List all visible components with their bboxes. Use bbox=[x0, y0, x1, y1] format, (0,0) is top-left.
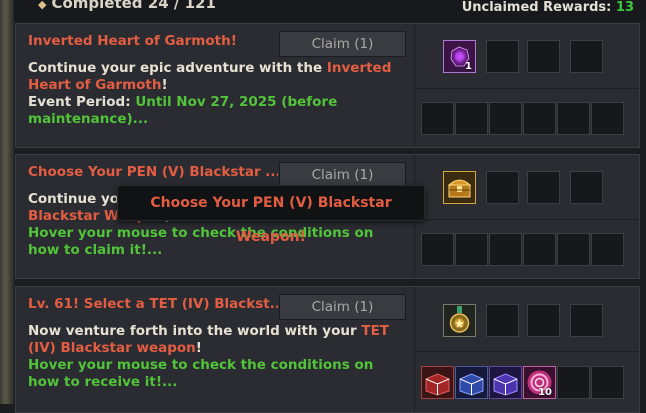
desc-text: Continue your epic adventure with the bbox=[28, 60, 327, 76]
reward-slot-empty bbox=[455, 233, 488, 266]
desc-text: ! bbox=[195, 340, 202, 356]
extra-reward-slots bbox=[415, 220, 639, 278]
reward-slot-empty bbox=[591, 366, 624, 399]
reward-slot[interactable] bbox=[421, 366, 454, 399]
unclaimed-label: Unclaimed Rewards: bbox=[461, 0, 612, 15]
reward-slot[interactable]: 10 bbox=[523, 366, 556, 399]
event-description: Continue your epic adventure with the In… bbox=[28, 60, 408, 128]
desc-text: ! bbox=[161, 77, 168, 93]
completed-label: Completed bbox=[51, 0, 143, 12]
reward-slot-empty bbox=[570, 171, 603, 204]
unclaimed-rewards: Unclaimed Rewards: 13 bbox=[462, 0, 634, 15]
extra-reward-slots: 10 bbox=[415, 352, 639, 412]
reward-slot-empty bbox=[455, 102, 488, 135]
reward-slot-empty bbox=[489, 233, 522, 266]
reward-quantity: 10 bbox=[538, 387, 552, 398]
diamond-icon: ◆ bbox=[38, 0, 47, 11]
reward-slot-empty bbox=[527, 40, 560, 73]
reward-slot[interactable] bbox=[443, 304, 476, 337]
reward-slot-empty bbox=[523, 102, 556, 135]
hover-hint: Hover your mouse to check the conditions… bbox=[28, 225, 374, 258]
reward-slot[interactable]: 1 bbox=[443, 40, 476, 73]
reward-slot-empty bbox=[421, 102, 454, 135]
reward-slot-empty bbox=[486, 40, 519, 73]
header-bar: ◆ Completed 24 / 121 Unclaimed Rewards: 1… bbox=[14, 0, 646, 22]
event-title: Choose Your PEN (V) Blackstar ... bbox=[28, 164, 278, 180]
desc-text: Continue you bbox=[28, 191, 129, 207]
reward-slot-empty bbox=[570, 304, 603, 337]
period-label: Event Period: bbox=[28, 94, 136, 110]
main-reward-slots bbox=[415, 287, 639, 352]
event-title: Inverted Heart of Garmoth! bbox=[28, 33, 237, 49]
claim-button[interactable]: Claim (1) bbox=[279, 294, 406, 320]
event-title-tooltip: Choose Your PEN (V) Blackstar Weapon! bbox=[117, 185, 425, 245]
claim-button[interactable]: Claim (1) bbox=[279, 31, 406, 57]
main-reward-slots bbox=[415, 155, 639, 220]
reward-slot-empty bbox=[591, 102, 624, 135]
treasure-chest-icon bbox=[444, 172, 475, 203]
event-card[interactable]: Lv. 61! Select a TET (IV) Blackst... Cla… bbox=[15, 286, 640, 413]
reward-slot[interactable] bbox=[489, 366, 522, 399]
reward-slot[interactable] bbox=[443, 171, 476, 204]
hover-hint: Hover your mouse to check the conditions… bbox=[28, 357, 374, 390]
main-reward-slots: 1 bbox=[415, 24, 639, 89]
event-card[interactable]: Inverted Heart of Garmoth! Claim (1) Con… bbox=[15, 23, 640, 148]
reward-slot-empty bbox=[489, 102, 522, 135]
reward-quantity: 1 bbox=[465, 61, 472, 72]
reward-slot-empty bbox=[557, 102, 590, 135]
medal-icon bbox=[444, 305, 475, 336]
event-title: Lv. 61! Select a TET (IV) Blackst... bbox=[28, 296, 278, 312]
reward-slot-empty bbox=[421, 233, 454, 266]
unclaimed-count: 13 bbox=[615, 0, 634, 15]
reward-slot-empty bbox=[527, 171, 560, 204]
red-box-icon bbox=[422, 367, 453, 398]
event-info: Inverted Heart of Garmoth! Claim (1) Con… bbox=[16, 24, 414, 147]
reward-slot-empty bbox=[527, 304, 560, 337]
extra-reward-slots bbox=[415, 89, 639, 147]
reward-slot-empty bbox=[591, 233, 624, 266]
event-info: Lv. 61! Select a TET (IV) Blackst... Cla… bbox=[16, 287, 414, 412]
reward-slot-empty bbox=[523, 233, 556, 266]
reward-slot-empty bbox=[557, 233, 590, 266]
desc-text: Now venture forth into the world with yo… bbox=[28, 323, 362, 339]
blue-box-icon bbox=[456, 367, 487, 398]
reward-slot[interactable] bbox=[455, 366, 488, 399]
purple-box-icon bbox=[490, 367, 521, 398]
reward-slot-empty bbox=[486, 171, 519, 204]
event-description: Now venture forth into the world with yo… bbox=[28, 323, 408, 391]
reward-slot-empty bbox=[557, 366, 590, 399]
background-strip bbox=[0, 0, 14, 404]
reward-slot-empty bbox=[486, 304, 519, 337]
reward-slot-empty bbox=[570, 40, 603, 73]
completed-counter: ◆ Completed 24 / 121 bbox=[38, 0, 216, 12]
completed-count: 24 / 121 bbox=[147, 0, 216, 12]
